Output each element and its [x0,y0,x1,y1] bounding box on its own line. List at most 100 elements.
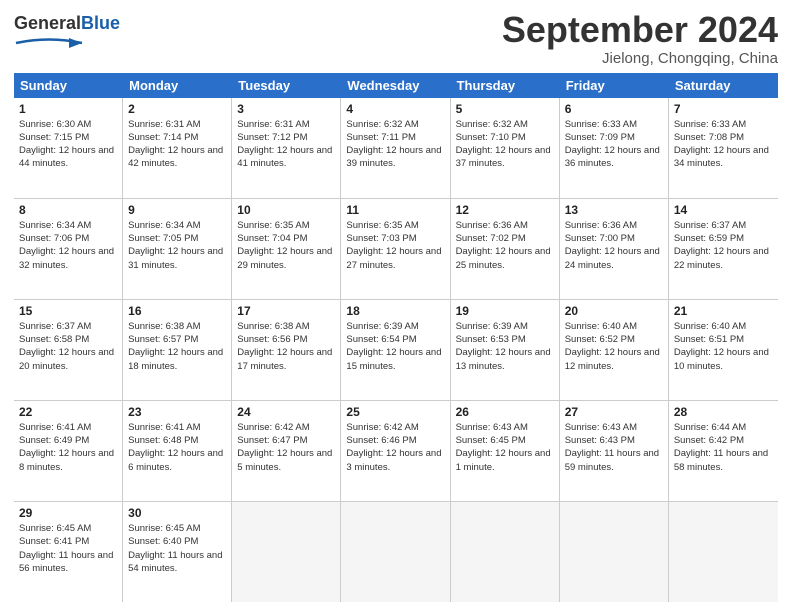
calendar-cell: 25 Sunrise: 6:42 AM Sunset: 6:46 PM Dayl… [341,401,450,501]
day-number: 3 [237,102,335,116]
daylight-text: Daylight: 12 hours and 6 minutes. [128,447,226,474]
day-number: 11 [346,203,444,217]
sunrise-text: Sunrise: 6:38 AM [237,320,335,333]
calendar-cell [341,502,450,602]
day-number: 18 [346,304,444,318]
calendar-cell: 28 Sunrise: 6:44 AM Sunset: 6:42 PM Dayl… [669,401,778,501]
sunset-text: Sunset: 6:52 PM [565,333,663,346]
calendar-cell: 7 Sunrise: 6:33 AM Sunset: 7:08 PM Dayli… [669,98,778,198]
calendar-cell: 1 Sunrise: 6:30 AM Sunset: 7:15 PM Dayli… [14,98,123,198]
sunrise-text: Sunrise: 6:35 AM [237,219,335,232]
calendar-cell: 24 Sunrise: 6:42 AM Sunset: 6:47 PM Dayl… [232,401,341,501]
sunset-text: Sunset: 6:43 PM [565,434,663,447]
calendar-header: SundayMondayTuesdayWednesdayThursdayFrid… [14,73,778,98]
daylight-text: Daylight: 11 hours and 59 minutes. [565,447,663,474]
daylight-text: Daylight: 12 hours and 27 minutes. [346,245,444,272]
daylight-text: Daylight: 12 hours and 1 minute. [456,447,554,474]
calendar-cell: 12 Sunrise: 6:36 AM Sunset: 7:02 PM Dayl… [451,199,560,299]
daylight-text: Daylight: 12 hours and 17 minutes. [237,346,335,373]
day-number: 20 [565,304,663,318]
daylight-text: Daylight: 12 hours and 37 minutes. [456,144,554,171]
daylight-text: Daylight: 12 hours and 31 minutes. [128,245,226,272]
calendar-cell: 8 Sunrise: 6:34 AM Sunset: 7:06 PM Dayli… [14,199,123,299]
day-number: 13 [565,203,663,217]
sunset-text: Sunset: 6:47 PM [237,434,335,447]
calendar-cell [451,502,560,602]
calendar-cell [232,502,341,602]
daylight-text: Daylight: 12 hours and 20 minutes. [19,346,117,373]
sunrise-text: Sunrise: 6:41 AM [19,421,117,434]
sunrise-text: Sunrise: 6:45 AM [19,522,117,535]
calendar-cell: 29 Sunrise: 6:45 AM Sunset: 6:41 PM Dayl… [14,502,123,602]
sunrise-text: Sunrise: 6:39 AM [346,320,444,333]
calendar-row: 22 Sunrise: 6:41 AM Sunset: 6:49 PM Dayl… [14,401,778,502]
calendar-row: 29 Sunrise: 6:45 AM Sunset: 6:41 PM Dayl… [14,502,778,602]
day-number: 30 [128,506,226,520]
sunrise-text: Sunrise: 6:41 AM [128,421,226,434]
day-number: 23 [128,405,226,419]
sunrise-text: Sunrise: 6:32 AM [456,118,554,131]
calendar-cell: 10 Sunrise: 6:35 AM Sunset: 7:04 PM Dayl… [232,199,341,299]
day-number: 8 [19,203,117,217]
day-number: 4 [346,102,444,116]
calendar-cell: 14 Sunrise: 6:37 AM Sunset: 6:59 PM Dayl… [669,199,778,299]
sunrise-text: Sunrise: 6:34 AM [128,219,226,232]
page: GeneralBlue September 2024 Jielong, Chon… [0,0,792,612]
calendar-cell: 17 Sunrise: 6:38 AM Sunset: 6:56 PM Dayl… [232,300,341,400]
sunset-text: Sunset: 6:45 PM [456,434,554,447]
sunset-text: Sunset: 6:56 PM [237,333,335,346]
day-number: 16 [128,304,226,318]
daylight-text: Daylight: 12 hours and 29 minutes. [237,245,335,272]
weekday-header: Wednesday [341,73,450,98]
sunrise-text: Sunrise: 6:31 AM [128,118,226,131]
daylight-text: Daylight: 11 hours and 58 minutes. [674,447,773,474]
calendar-cell: 15 Sunrise: 6:37 AM Sunset: 6:58 PM Dayl… [14,300,123,400]
sunset-text: Sunset: 7:04 PM [237,232,335,245]
day-number: 7 [674,102,773,116]
sunset-text: Sunset: 7:03 PM [346,232,444,245]
location: Jielong, Chongqing, China [502,50,778,67]
sunset-text: Sunset: 6:57 PM [128,333,226,346]
sunset-text: Sunset: 7:12 PM [237,131,335,144]
logo-blue: Blue [81,13,120,33]
sunrise-text: Sunrise: 6:31 AM [237,118,335,131]
daylight-text: Daylight: 12 hours and 22 minutes. [674,245,773,272]
daylight-text: Daylight: 12 hours and 12 minutes. [565,346,663,373]
sunset-text: Sunset: 6:42 PM [674,434,773,447]
sunrise-text: Sunrise: 6:40 AM [565,320,663,333]
sunset-text: Sunset: 6:46 PM [346,434,444,447]
weekday-header: Tuesday [232,73,341,98]
daylight-text: Daylight: 12 hours and 39 minutes. [346,144,444,171]
weekday-header: Saturday [669,73,778,98]
calendar-cell [669,502,778,602]
calendar-cell: 4 Sunrise: 6:32 AM Sunset: 7:11 PM Dayli… [341,98,450,198]
weekday-header: Monday [123,73,232,98]
weekday-header: Sunday [14,73,123,98]
calendar-cell: 30 Sunrise: 6:45 AM Sunset: 6:40 PM Dayl… [123,502,232,602]
daylight-text: Daylight: 12 hours and 32 minutes. [19,245,117,272]
month-title: September 2024 [502,10,778,50]
calendar-cell: 19 Sunrise: 6:39 AM Sunset: 6:53 PM Dayl… [451,300,560,400]
daylight-text: Daylight: 12 hours and 13 minutes. [456,346,554,373]
calendar-cell: 16 Sunrise: 6:38 AM Sunset: 6:57 PM Dayl… [123,300,232,400]
calendar-cell [560,502,669,602]
daylight-text: Daylight: 12 hours and 41 minutes. [237,144,335,171]
calendar-cell: 6 Sunrise: 6:33 AM Sunset: 7:09 PM Dayli… [560,98,669,198]
sunrise-text: Sunrise: 6:36 AM [456,219,554,232]
sunset-text: Sunset: 6:54 PM [346,333,444,346]
day-number: 10 [237,203,335,217]
daylight-text: Daylight: 12 hours and 10 minutes. [674,346,773,373]
calendar-row: 1 Sunrise: 6:30 AM Sunset: 7:15 PM Dayli… [14,98,778,199]
sunrise-text: Sunrise: 6:33 AM [674,118,773,131]
daylight-text: Daylight: 12 hours and 25 minutes. [456,245,554,272]
sunrise-text: Sunrise: 6:35 AM [346,219,444,232]
sunset-text: Sunset: 7:00 PM [565,232,663,245]
day-number: 12 [456,203,554,217]
calendar-cell: 2 Sunrise: 6:31 AM Sunset: 7:14 PM Dayli… [123,98,232,198]
daylight-text: Daylight: 12 hours and 42 minutes. [128,144,226,171]
sunset-text: Sunset: 7:05 PM [128,232,226,245]
sunset-text: Sunset: 7:06 PM [19,232,117,245]
daylight-text: Daylight: 12 hours and 8 minutes. [19,447,117,474]
sunset-text: Sunset: 6:41 PM [19,535,117,548]
day-number: 15 [19,304,117,318]
